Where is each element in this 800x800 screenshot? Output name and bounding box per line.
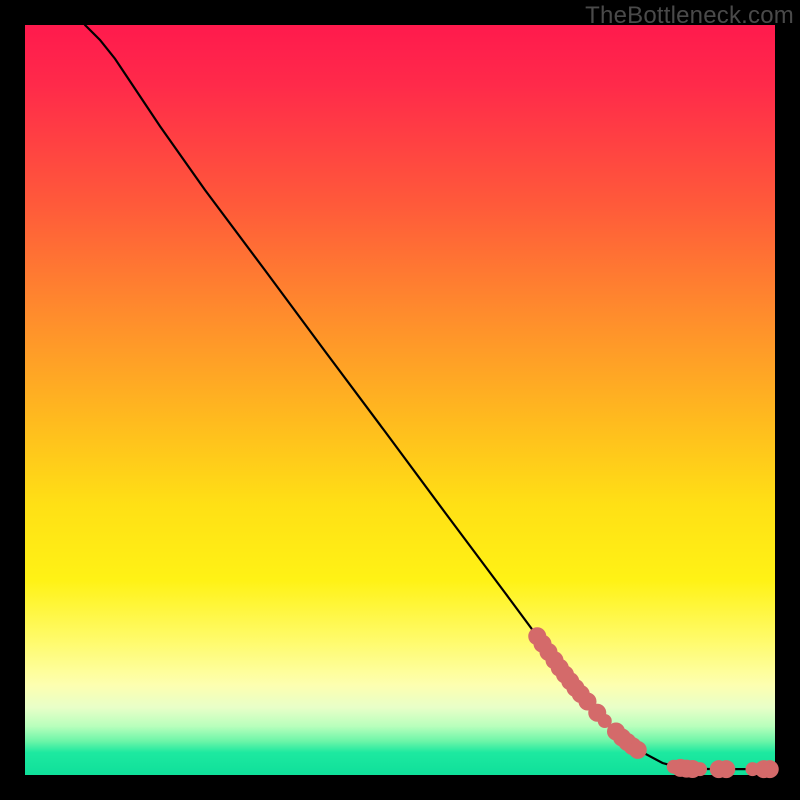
data-point [761, 760, 779, 778]
data-point [693, 762, 707, 776]
bottleneck-curve [85, 25, 775, 769]
data-point [629, 741, 647, 759]
watermark-text: TheBottleneck.com [585, 2, 794, 30]
chart-frame [25, 25, 775, 775]
chart-svg [25, 25, 775, 775]
data-points [528, 627, 779, 778]
data-point [717, 760, 735, 778]
